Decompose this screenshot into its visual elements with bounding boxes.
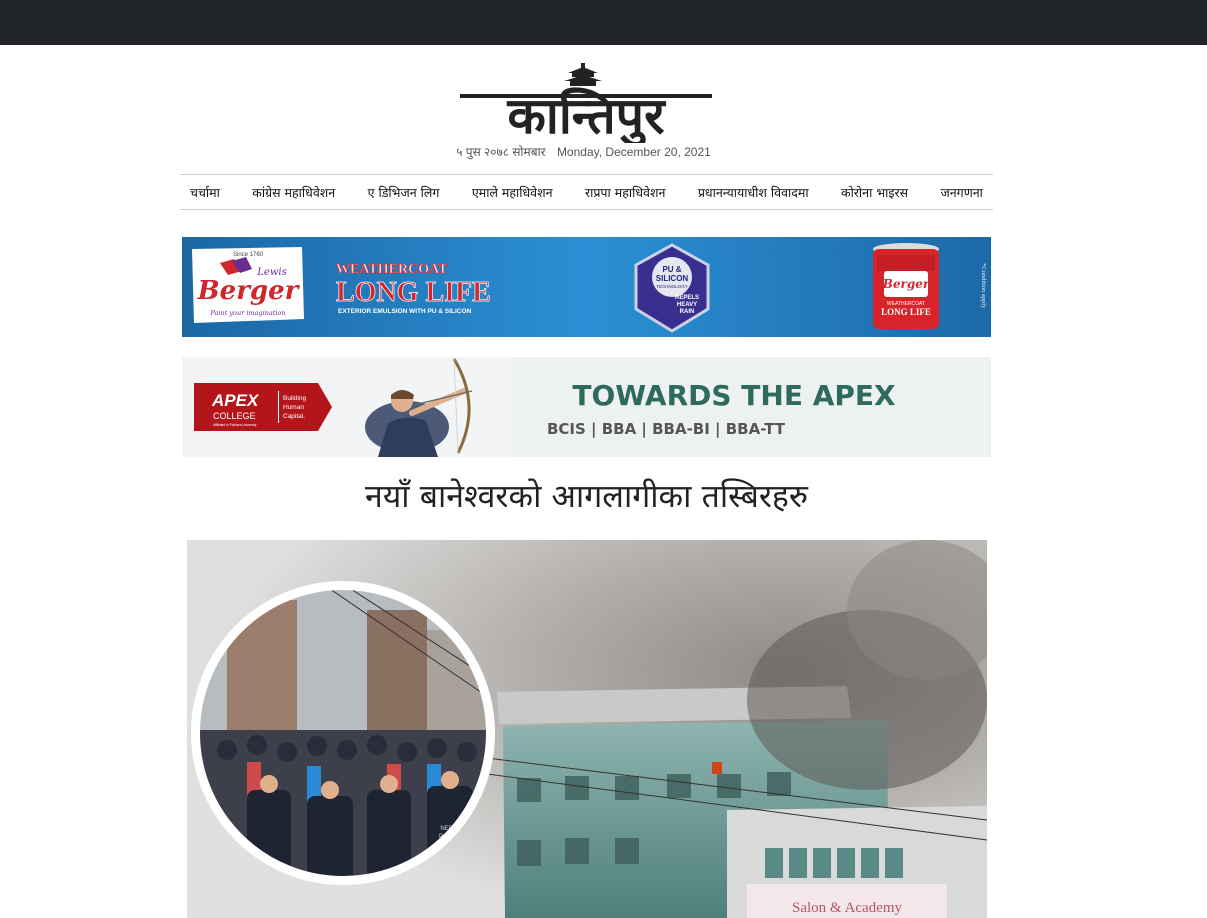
masthead: कान्तिपुर ५ पुस २०७८ सोमबार Monday, Dece… <box>0 45 1207 175</box>
nav-item-rpp[interactable]: राप्रपा महाधिवेशन <box>585 184 665 201</box>
ad-banner-berger[interactable]: Since 1760 Lewis Berger Paint your imagi… <box>182 237 991 337</box>
site-logo[interactable]: कान्तिपुर <box>446 61 726 143</box>
english-date: Monday, December 20, 2021 <box>556 145 711 159</box>
berger-product-sub: EXTERIOR EMULSION WITH PU & SILICON <box>338 308 472 315</box>
salon-sign: Salon & Academy <box>792 900 902 916</box>
apex-logo-line1: APEX <box>211 391 260 410</box>
main-nav: चर्चामा कांग्रेस महाधिवेशन ए डिभिजन लिग … <box>180 174 993 210</box>
berger-ad-graphic: Since 1760 Lewis Berger Paint your imagi… <box>182 237 991 337</box>
apex-logo-sub: Affiliated to Pokhara University <box>213 423 257 427</box>
apex-logo-tag3: Capital. <box>283 413 305 420</box>
nav-item-congress[interactable]: कांग्रेस महाधिवेशन <box>252 184 335 201</box>
berger-logo: Since 1760 Lewis Berger Paint your imagi… <box>192 247 304 323</box>
nav-item-chief-justice[interactable]: प्रधानन्यायाधीश विवादमा <box>698 184 809 201</box>
pagoda-icon <box>564 63 602 86</box>
berger-since: Since 1760 <box>233 252 264 258</box>
apex-ad-graphic: APEX COLLEGE Affiliated to Pokhara Unive… <box>182 357 991 457</box>
nav-item-a-division[interactable]: ए डिभिजन लिग <box>368 184 440 201</box>
apex-headline: TOWARDS THE APEX <box>572 379 896 412</box>
badge-line2: SILICON <box>656 274 689 283</box>
berger-condition: *Condition apply <box>980 263 987 309</box>
berger-paint-can: Berger WEATHERCOAT LONG LIFE <box>873 243 939 329</box>
badge-line5: HEAVY <box>677 302 697 308</box>
can-brand: Berger <box>882 277 931 291</box>
nepali-date: ५ पुस २०७८ सोमबार <box>456 145 546 159</box>
berger-tagline: Paint your imagination <box>209 309 285 317</box>
nav-item-corona[interactable]: कोरोना भाइरस <box>841 184 908 201</box>
fire-photo: Salon & Academy NEPAL <box>187 540 987 918</box>
nav-item-charchama[interactable]: चर्चामा <box>190 184 220 201</box>
ad-banner-apex[interactable]: APEX COLLEGE Affiliated to Pokhara Unive… <box>182 357 991 457</box>
fire-glow <box>712 762 722 774</box>
badge-line3: TECHNOLOGY <box>656 284 688 289</box>
date-line: ५ पुस २०७८ सोमबार Monday, December 20, 2… <box>0 143 1167 160</box>
berger-product-line1: WEATHERCOAT <box>336 262 448 277</box>
nav-item-census[interactable]: जनगणना <box>940 184 982 201</box>
apex-logo-line2: COLLEGE <box>213 411 256 421</box>
can-line2: LONG LIFE <box>881 307 931 317</box>
top-bar <box>0 0 1207 45</box>
badge-line6: RAIN <box>680 309 695 315</box>
article-title[interactable]: नयाँ बानेश्वरको आगलागीका तस्बिरहरु <box>180 474 993 517</box>
berger-brand: Berger <box>197 276 301 306</box>
apex-programs: BCIS | BBA | BBA-BI | BBA-TT <box>547 420 786 439</box>
berger-product-line2: LONG LIFE <box>336 277 491 308</box>
article-hero-image[interactable]: Salon & Academy NEPAL <box>187 540 987 918</box>
badge-line4: REPELS <box>675 295 699 301</box>
apex-logo: APEX COLLEGE Affiliated to Pokhara Unive… <box>194 383 332 431</box>
nav-item-uml[interactable]: एमाले महाधिवेशन <box>472 184 553 201</box>
apex-logo-tag2: Human <box>283 404 304 411</box>
apex-logo-tag1: Building <box>283 395 307 402</box>
logo-text: कान्तिपुर <box>506 86 666 143</box>
badge-line1: PU & <box>662 265 681 274</box>
